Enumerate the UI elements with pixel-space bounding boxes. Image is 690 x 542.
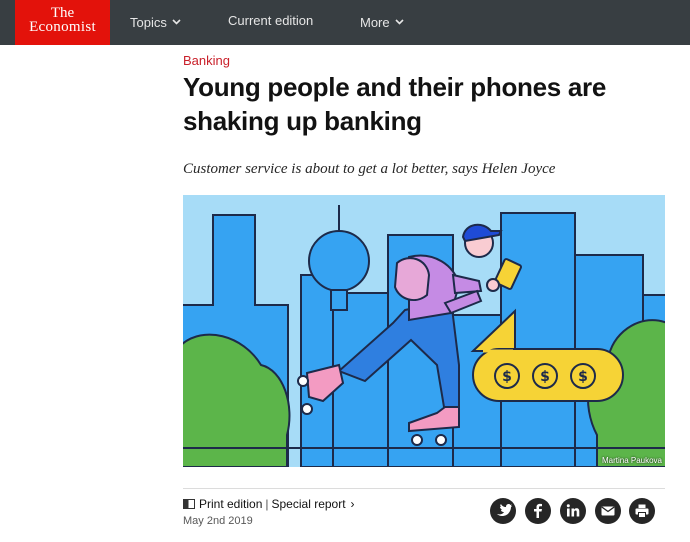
- print-edition-link[interactable]: Print edition: [199, 497, 262, 511]
- chevron-right-icon: ›: [350, 497, 355, 511]
- book-icon: [183, 498, 195, 512]
- print-icon: [635, 504, 649, 518]
- economist-logo[interactable]: The Economist: [15, 0, 110, 45]
- share-linkedin-button[interactable]: [560, 498, 586, 524]
- share-mail-button[interactable]: [595, 498, 621, 524]
- image-credit: Martina Paukova: [601, 456, 662, 465]
- edition-breadcrumb: Print edition | Special report ›: [183, 497, 355, 512]
- linkedin-icon: [566, 504, 580, 517]
- svg-text:$: $: [578, 369, 588, 385]
- breadcrumb-separator: |: [265, 497, 269, 511]
- svg-text:$: $: [540, 369, 550, 385]
- publication-date: May 2nd 2019: [183, 515, 253, 527]
- nav-current-edition-label: Current edition: [228, 13, 314, 28]
- chevron-down-icon: [172, 13, 181, 29]
- chevron-down-icon: [395, 13, 404, 29]
- twitter-icon: [497, 504, 512, 516]
- share-facebook-button[interactable]: [525, 498, 551, 524]
- nav-more[interactable]: More: [360, 13, 404, 31]
- section-link[interactable]: Banking: [183, 53, 230, 68]
- nav-more-label: More: [360, 15, 390, 30]
- nav-topics[interactable]: Topics: [130, 13, 181, 31]
- nav-topics-label: Topics: [130, 15, 167, 30]
- special-report-link[interactable]: Special report: [272, 497, 346, 511]
- article-rubric: Customer service is about to get a lot b…: [183, 161, 556, 177]
- svg-text:$: $: [502, 369, 512, 385]
- top-navigation-bar: The Economist Topics Current edition Mor…: [0, 0, 690, 45]
- nav-current-edition[interactable]: Current edition: [228, 13, 313, 29]
- mail-icon: [601, 506, 615, 516]
- divider: [183, 488, 665, 489]
- share-twitter-button[interactable]: [490, 498, 516, 524]
- facebook-icon: [534, 503, 542, 518]
- hero-illustration: $ $ $ Martina Paukova: [183, 195, 665, 467]
- hero-illustration-artwork: $ $ $: [183, 195, 665, 467]
- article-headline: Young people and their phones are shakin…: [183, 72, 606, 136]
- share-print-button[interactable]: [629, 498, 655, 524]
- logo-line-2: Economist: [29, 19, 96, 35]
